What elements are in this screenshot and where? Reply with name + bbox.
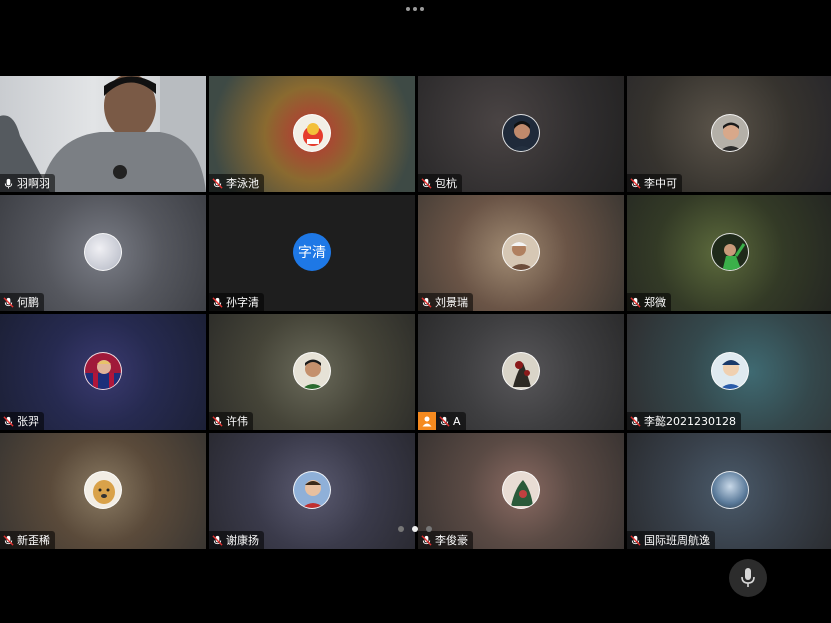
microphone-muted-icon: [630, 415, 641, 427]
participant-name: 李懿2021230128: [644, 415, 736, 428]
participant-label: A: [418, 412, 466, 430]
page-dot-active[interactable]: [412, 526, 418, 532]
microphone-muted-icon: [212, 177, 223, 189]
participant-label: 羽啊羽: [0, 174, 55, 192]
participant-name: 孙字清: [226, 296, 259, 309]
page-indicator[interactable]: [398, 526, 432, 532]
participant-tile[interactable]: A: [418, 314, 624, 430]
participant-name: 国际班周航逸: [644, 534, 710, 547]
participant-label: 包杭: [418, 174, 462, 192]
participant-name: 羽啊羽: [17, 177, 50, 190]
participant-name: 郑微: [644, 296, 666, 309]
avatar: [711, 352, 749, 390]
microphone-on-icon: [4, 178, 13, 189]
avatar: [502, 114, 540, 152]
page-dot[interactable]: [426, 526, 432, 532]
participant-label: 李泳池: [209, 174, 264, 192]
avatar: [293, 352, 331, 390]
participant-label: 何鹏: [0, 293, 44, 311]
participant-label: 新歪稀: [0, 531, 55, 549]
participant-tile[interactable]: 李泳池: [209, 76, 415, 192]
more-options-icon[interactable]: [406, 7, 424, 11]
microphone-muted-icon: [3, 534, 14, 546]
participant-label: 许伟: [209, 412, 253, 430]
participant-tile[interactable]: 包杭: [418, 76, 624, 192]
participant-tile[interactable]: 国际班周航逸: [627, 433, 831, 549]
participant-tile[interactable]: 李中可: [627, 76, 831, 192]
microphone-muted-icon: [439, 415, 450, 427]
participant-label: 李中可: [627, 174, 682, 192]
avatar: [711, 114, 749, 152]
participant-name: 张羿: [17, 415, 39, 428]
participant-name: A: [453, 414, 461, 428]
participant-label: 孙字清: [209, 293, 264, 311]
participant-tile[interactable]: 新歪稀: [0, 433, 206, 549]
participant-tile[interactable]: 李俊豪: [418, 433, 624, 549]
person-icon: [418, 412, 436, 430]
participant-grid: 羽啊羽 李泳池 包杭 李中可 何鹏 字清 孙字清 刘景瑞 郑微 张羿 许伟 A …: [0, 76, 831, 549]
microphone-muted-icon: [212, 296, 223, 308]
microphone-icon: [741, 568, 755, 587]
microphone-muted-icon: [630, 177, 641, 189]
participant-tile[interactable]: 谢康扬: [209, 433, 415, 549]
avatar-initials: 字清: [293, 233, 331, 271]
participant-name: 李俊豪: [435, 534, 468, 547]
avatar: [711, 233, 749, 271]
participant-label: 李俊豪: [418, 531, 473, 549]
participant-tile[interactable]: 李懿2021230128: [627, 314, 831, 430]
microphone-muted-icon: [3, 415, 14, 427]
participant-tile[interactable]: 羽啊羽: [0, 76, 206, 192]
participant-name: 许伟: [226, 415, 248, 428]
avatar: [84, 471, 122, 509]
participant-name: 何鹏: [17, 296, 39, 309]
participant-name: 谢康扬: [226, 534, 259, 547]
avatar: [502, 352, 540, 390]
participant-label: 国际班周航逸: [627, 531, 715, 549]
participant-label: 刘景瑞: [418, 293, 473, 311]
microphone-muted-icon: [3, 296, 14, 308]
participant-tile[interactable]: 刘景瑞: [418, 195, 624, 311]
participant-label: 张羿: [0, 412, 44, 430]
participant-tile[interactable]: 字清 孙字清: [209, 195, 415, 311]
participant-label: 李懿2021230128: [627, 412, 741, 430]
microphone-muted-icon: [212, 534, 223, 546]
participant-name: 李泳池: [226, 177, 259, 190]
avatar: [293, 114, 331, 152]
participant-tile[interactable]: 郑微: [627, 195, 831, 311]
avatar: [502, 471, 540, 509]
page-dot[interactable]: [398, 526, 404, 532]
microphone-muted-icon: [212, 415, 223, 427]
participant-tile[interactable]: 许伟: [209, 314, 415, 430]
participant-tile[interactable]: 张羿: [0, 314, 206, 430]
microphone-muted-icon: [421, 534, 432, 546]
participant-label: 谢康扬: [209, 531, 264, 549]
avatar: [711, 471, 749, 509]
microphone-button[interactable]: [729, 559, 767, 597]
avatar: [84, 233, 122, 271]
microphone-muted-icon: [630, 534, 641, 546]
participant-name: 新歪稀: [17, 534, 50, 547]
participant-label: 郑微: [627, 293, 671, 311]
avatar: [502, 233, 540, 271]
participant-name: 刘景瑞: [435, 296, 468, 309]
microphone-muted-icon: [421, 296, 432, 308]
microphone-muted-icon: [630, 296, 641, 308]
avatar: [84, 352, 122, 390]
microphone-muted-icon: [421, 177, 432, 189]
avatar: [293, 471, 331, 509]
participant-name: 包杭: [435, 177, 457, 190]
participant-tile[interactable]: 何鹏: [0, 195, 206, 311]
participant-name: 李中可: [644, 177, 677, 190]
